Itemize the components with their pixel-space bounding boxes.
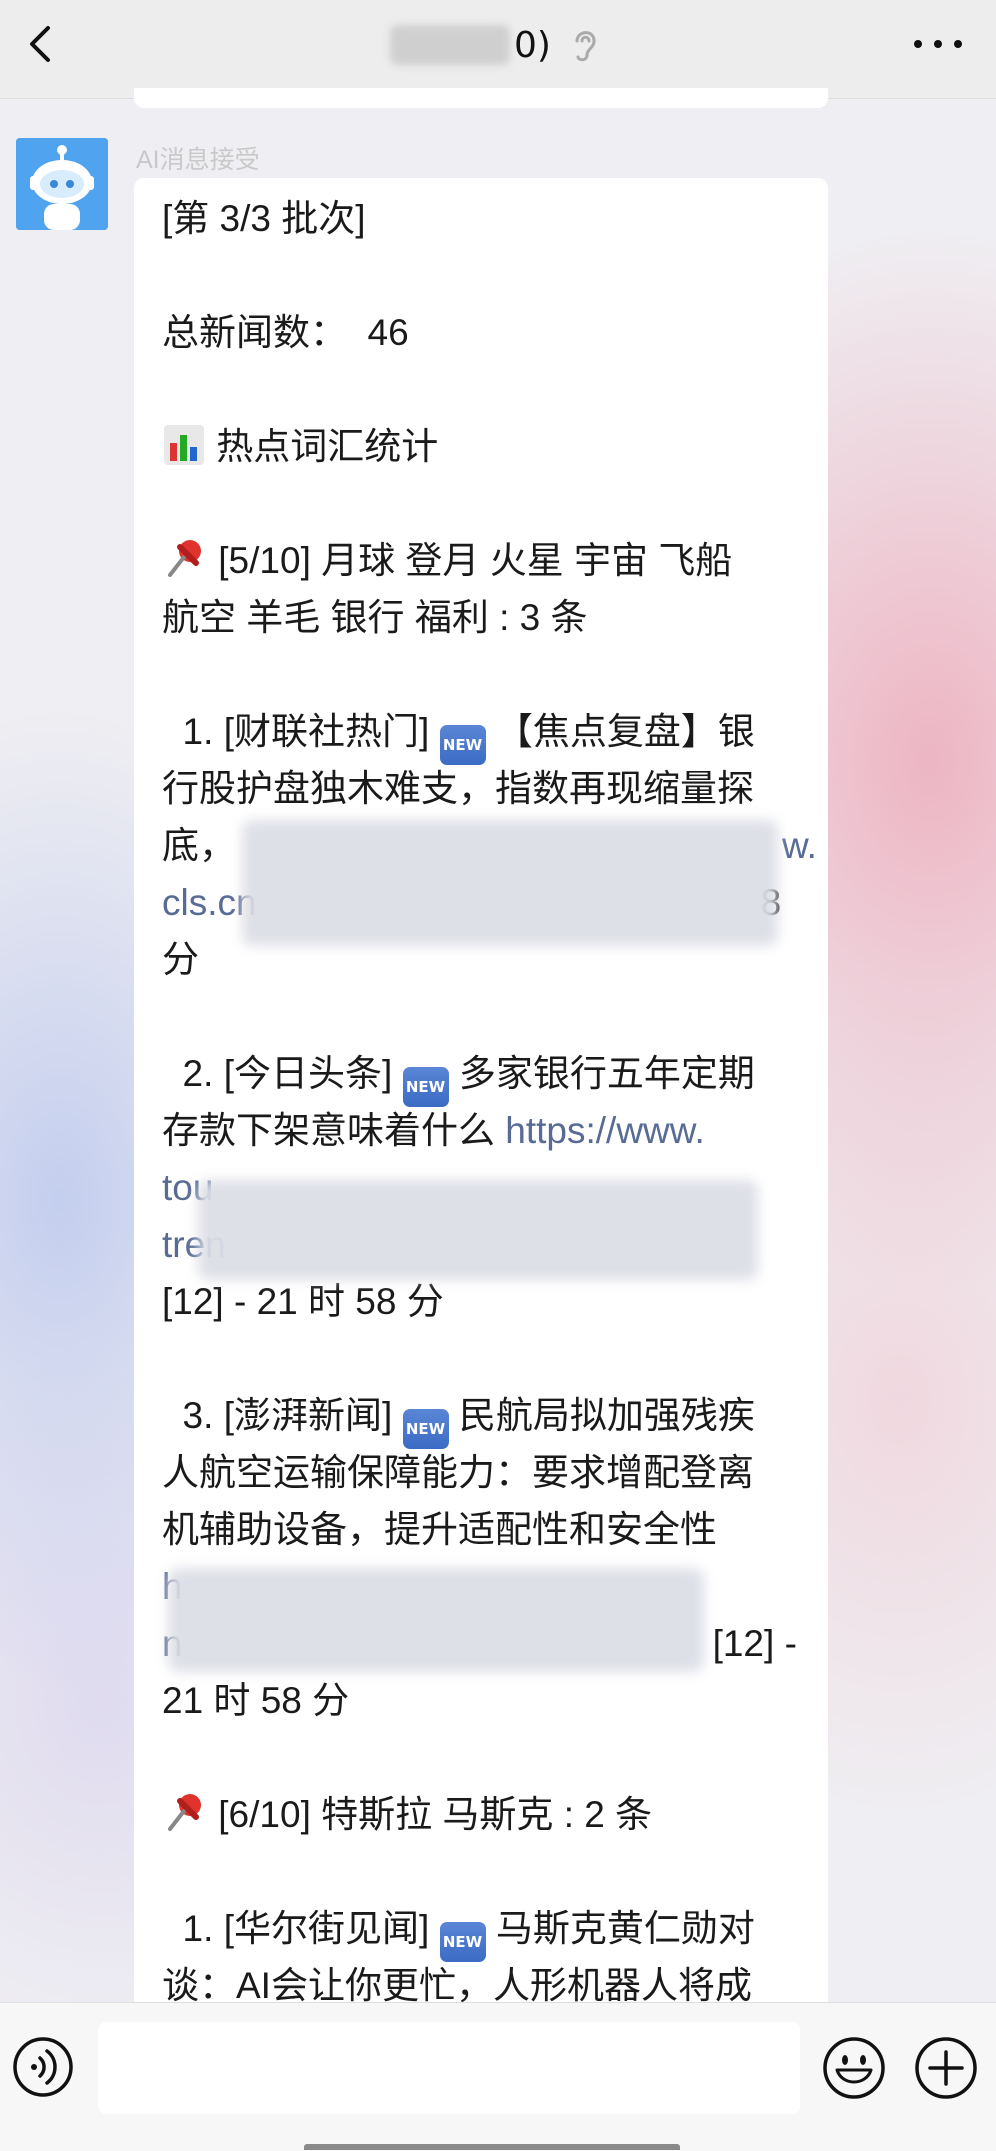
- pushpin-icon: [168, 1794, 201, 1831]
- stats-heading-text: 热点词汇统计: [206, 426, 439, 467]
- chevron-left-icon[interactable]: [18, 20, 66, 68]
- news-item-3-cont2: 机辅助设备，提升适配性和安全性: [162, 1509, 717, 1550]
- chat-header: 0): [0, 0, 996, 99]
- news-item-2-cont: 存款下架意味着什么 https://www.: [162, 1102, 810, 1159]
- news-item-1-text: 底，: [162, 825, 236, 866]
- news-item-4: 1. [华尔街见闻] NEW 马斯克黄仁勋对: [162, 1900, 810, 1962]
- emoji-icon[interactable]: [822, 2036, 886, 2100]
- news-item-3-rank: [12] -: [712, 1623, 797, 1664]
- avatar[interactable]: [16, 138, 108, 230]
- keyword-group-1: [5/10] 月球 登月 火星 宇宙 飞船: [162, 532, 810, 589]
- total-news-line: 总新闻数： 46: [162, 312, 409, 353]
- news-item-2-title-end: 存款下架意味着什么: [162, 1110, 506, 1151]
- pushpin-icon: [168, 540, 201, 577]
- title-suffix: 0): [514, 24, 551, 66]
- news-item-3: 3. [澎湃新闻] NEW 民航局拟加强残疾: [162, 1387, 810, 1449]
- news-item-2-source: 2. [今日头条]: [162, 1053, 403, 1094]
- news-item-2-title: 多家银行五年定期: [448, 1053, 755, 1094]
- news-item-2: 2. [今日头条] NEW 多家银行五年定期: [162, 1045, 810, 1107]
- more-dots-icon[interactable]: [910, 28, 966, 60]
- message-input[interactable]: [98, 2022, 800, 2114]
- stats-heading: 热点词汇统计: [162, 418, 810, 475]
- redacted-region: [168, 1568, 704, 1672]
- news-item-3-source: 3. [澎湃新闻]: [162, 1395, 403, 1436]
- news-item-2-time: [12] - 21 时 58 分: [162, 1281, 444, 1322]
- keyword-group-2-text: [6/10] 特斯拉 马斯克 : 2 条: [208, 1794, 653, 1835]
- redacted-region: [242, 820, 778, 946]
- batch-line: [第 3/3 批次]: [162, 198, 366, 239]
- news-item-3-time: 21 时 58 分: [162, 1680, 350, 1721]
- keyword-group-2: [6/10] 特斯拉 马斯克 : 2 条: [162, 1786, 810, 1843]
- ear-icon: [575, 31, 596, 62]
- news-item-3-title: 民航局拟加强残疾: [448, 1395, 755, 1436]
- news-item-1-source: 1. [财联社热门]: [162, 711, 440, 752]
- news-item-1-link-end[interactable]: w.: [782, 825, 817, 866]
- redacted-region: [198, 1180, 758, 1280]
- news-item-4-title: 马斯克黄仁勋对: [485, 1908, 755, 1949]
- news-item-4-source: 1. [华尔街见闻]: [162, 1908, 440, 1949]
- news-item-1-cont: 行股护盘独木难支，指数再现缩量探: [162, 768, 754, 809]
- sender-name: AI消息接受: [136, 146, 260, 174]
- message-text: [第 3/3 批次] 总新闻数： 46 热点词汇统计 [5/10] 月球 登月 …: [162, 190, 817, 2014]
- news-item-3-cont: 人航空运输保障能力：要求增配登离: [162, 1452, 754, 1493]
- keyword-group-1-cont: 航空 羊毛 银行 福利 : 3 条: [162, 597, 588, 638]
- news-item-1: 1. [财联社热门] NEW 【焦点复盘】银: [162, 703, 810, 765]
- news-item-1-title: 【焦点复盘】银: [485, 711, 755, 752]
- home-indicator: [304, 2144, 680, 2150]
- plus-icon[interactable]: [914, 2036, 978, 2100]
- new-badge-icon: NEW: [402, 1067, 449, 1107]
- new-badge-icon: NEW: [439, 1922, 486, 1962]
- keyword-group-1-text: [5/10] 月球 登月 火星 宇宙 飞船: [208, 540, 733, 581]
- robot-avatar-icon: [16, 138, 108, 230]
- title-redacted: [390, 25, 510, 65]
- bar-chart-icon: [164, 425, 204, 465]
- voice-icon[interactable]: [12, 2036, 74, 2098]
- previous-message-bubble: [134, 88, 828, 108]
- new-badge-icon: NEW: [402, 1409, 449, 1449]
- news-item-2-link[interactable]: https://www.: [505, 1110, 704, 1151]
- new-badge-icon: NEW: [439, 725, 486, 765]
- chat-title[interactable]: 0): [390, 20, 601, 70]
